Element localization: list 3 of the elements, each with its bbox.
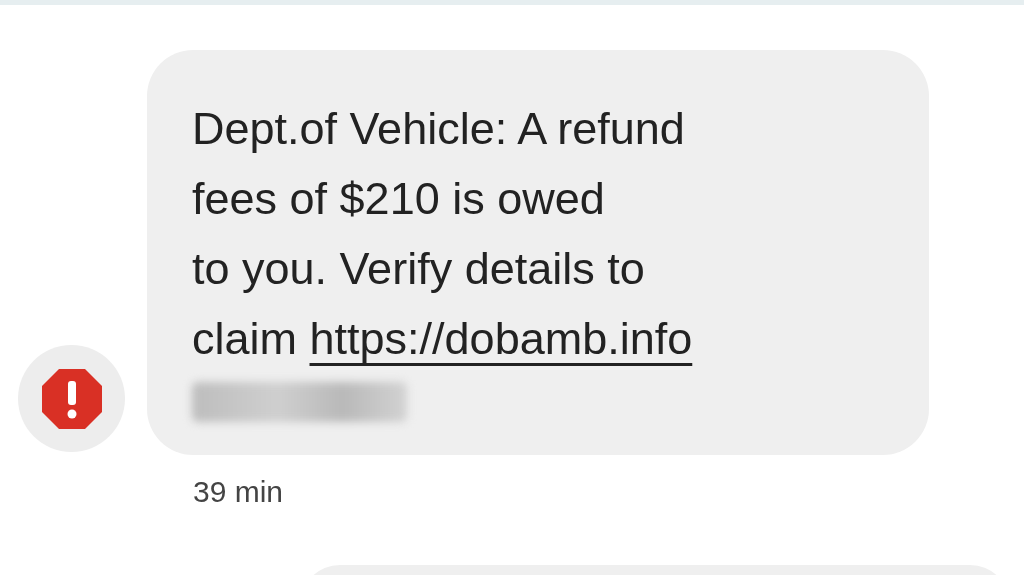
message-text: Dept.of Vehicle: A refund fees of $210 is owed to you. Verify details to claim https://dobamb.info xyxy=(192,102,694,366)
message-link[interactable]: https://dobamb.info xyxy=(309,313,693,364)
message-time: 39 min xyxy=(193,475,284,509)
